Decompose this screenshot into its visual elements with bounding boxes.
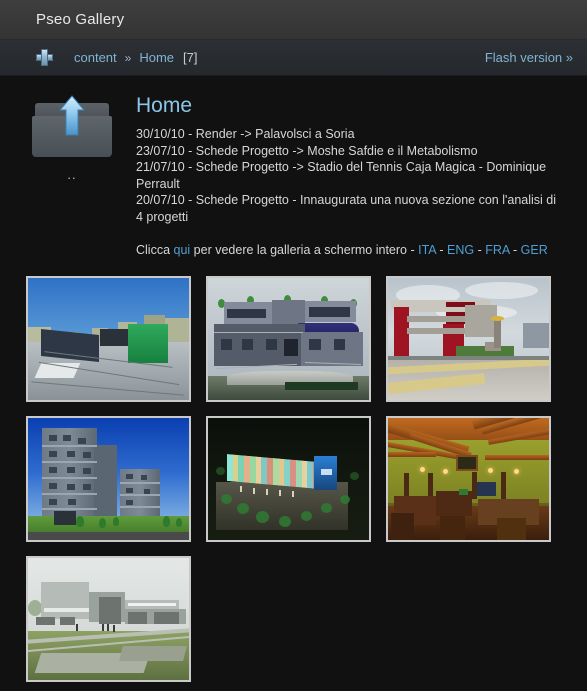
news-item: 30/10/10 - Render -> Palavolsci a Soria xyxy=(136,127,355,142)
folder-up-icon xyxy=(32,95,112,157)
window-title: Pseo Gallery xyxy=(36,11,125,28)
language-link-ita[interactable]: ITA xyxy=(418,243,436,257)
lang-separator: - xyxy=(435,243,448,258)
up-arrow-icon xyxy=(59,95,85,137)
thumb-residential-towers[interactable]: Residential towers on green lawn xyxy=(26,416,191,543)
thumbnail-image xyxy=(388,278,549,401)
language-link-ger[interactable]: GER xyxy=(521,243,548,257)
breadcrumb-bar: content » Home [7] Flash version » xyxy=(0,40,587,76)
header-row: .. Home 30/10/10 - Render -> Palavolsci … xyxy=(0,94,587,258)
plus-icon[interactable] xyxy=(36,49,53,66)
lang-separator: - xyxy=(474,243,486,258)
thumbnail-image xyxy=(28,558,189,681)
plus-icon-vertical-bar xyxy=(41,49,48,66)
thumbnail-grid: Rooftop render with green unit and blue … xyxy=(0,258,587,683)
main-content: .. Home 30/10/10 - Render -> Palavolsci … xyxy=(0,76,587,683)
thumbnail-image xyxy=(388,418,549,541)
thumb-villa-pool-render[interactable]: Modern villa with swimming pool xyxy=(206,276,371,403)
news-item: 21/07/10 - Schede Progetto -> Stadio del… xyxy=(136,160,547,191)
thumbnail-image xyxy=(28,278,189,401)
fullscreen-prefix: Clicca xyxy=(136,243,174,258)
language-link-eng[interactable]: ENG xyxy=(447,243,474,257)
news-item: 23/07/10 - Schede Progetto -> Moshe Safd… xyxy=(136,143,478,158)
fullscreen-suffix: per vedere la galleria a schermo intero … xyxy=(190,243,419,258)
thumbnail-image xyxy=(28,418,189,541)
language-link-fra[interactable]: FRA xyxy=(485,243,509,257)
thumb-rustic-interior[interactable]: Rustic interior with wooden roof beams xyxy=(386,416,551,543)
thumbnail-image xyxy=(208,418,369,541)
fullscreen-gallery-line: Clicca qui per vedere la galleria a sche… xyxy=(136,242,563,258)
thumb-rooftop-render[interactable]: Rooftop render with green unit and blue … xyxy=(26,276,191,403)
breadcrumb-item-content[interactable]: content xyxy=(74,50,117,65)
parent-directory-label: .. xyxy=(67,167,77,182)
breadcrumb-separator: » xyxy=(124,50,132,65)
page-title: Home xyxy=(136,94,193,117)
parent-directory-item[interactable]: .. xyxy=(26,94,118,258)
breadcrumb-item-home[interactable]: Home xyxy=(139,50,174,65)
thumb-grey-museum-render[interactable]: Grey modern museum building with lawn xyxy=(26,556,191,683)
breadcrumb-item-count: [7] xyxy=(183,50,198,65)
lang-separator: - xyxy=(509,243,521,258)
page-text-column: Home 30/10/10 - Render -> Palavolsci a S… xyxy=(118,94,563,258)
thumb-red-building-render[interactable]: Red cantilevered building over plaza xyxy=(386,276,551,403)
thumbnail-image xyxy=(208,278,369,401)
fullscreen-link[interactable]: qui xyxy=(174,243,191,257)
flash-version-link[interactable]: Flash version » xyxy=(485,50,573,65)
window-titlebar: Pseo Gallery xyxy=(0,0,587,40)
news-item: 20/07/10 - Schede Progetto - Innaugurata… xyxy=(136,193,557,224)
thumb-night-facade-render[interactable]: Night render with coloured striped facad… xyxy=(206,416,371,543)
